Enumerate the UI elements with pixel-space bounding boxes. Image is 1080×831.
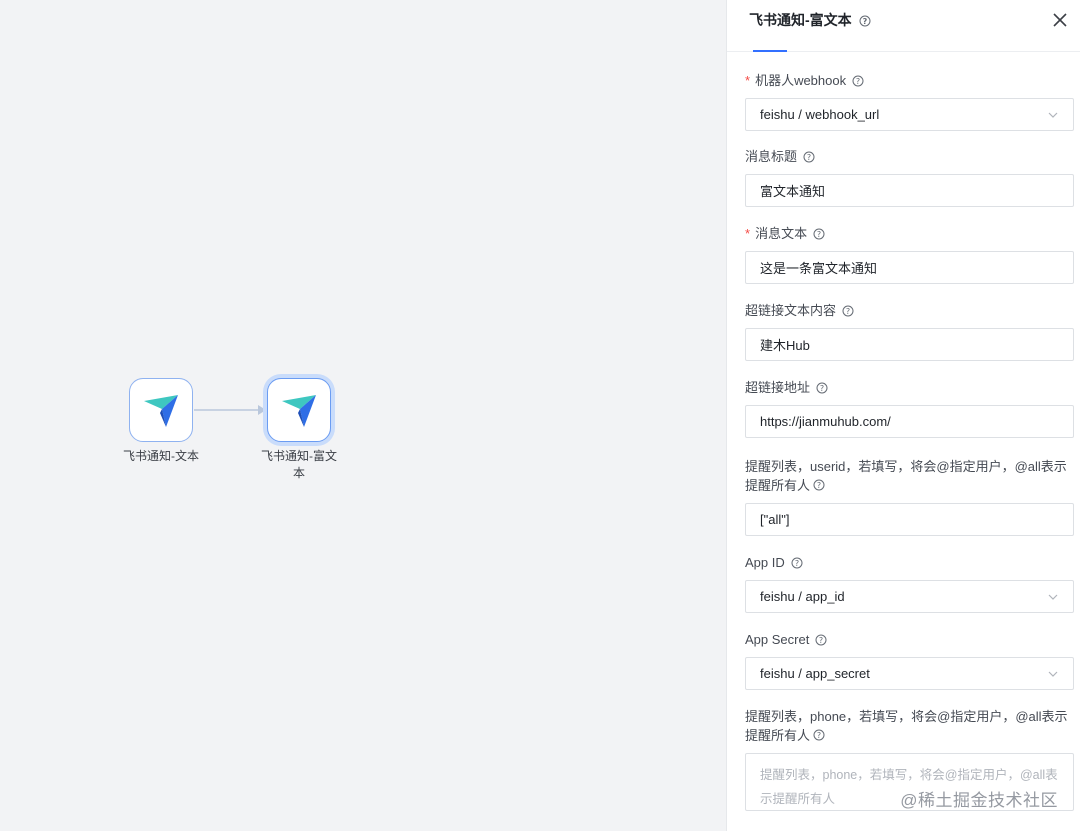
field-msg-text: * 消息文本 ? 这是一条富文本通知	[745, 225, 1074, 284]
feishu-plane-icon	[144, 395, 178, 427]
link-url-input[interactable]: https://jianmuhub.com/	[745, 405, 1074, 438]
field-robot-webhook: * 机器人webhook ? feishu / webhook_url	[745, 72, 1074, 131]
app-secret-select[interactable]: feishu / app_secret	[745, 657, 1074, 690]
field-link-url: 超链接地址 ? https://jianmuhub.com/	[745, 379, 1074, 438]
input-value: 建木Hub	[760, 338, 810, 353]
panel-title: 飞书通知-富文本 ?	[749, 10, 871, 30]
field-label: * 消息文本 ?	[745, 225, 1074, 243]
msg-title-input[interactable]: 富文本通知	[745, 174, 1074, 207]
node-icon-box[interactable]	[129, 378, 193, 442]
input-value: https://jianmuhub.com/	[760, 414, 891, 429]
chevron-down-icon	[1048, 112, 1058, 118]
node-label: 飞书通知-富文本	[261, 449, 337, 480]
edge-connector	[194, 405, 266, 415]
label-text: 提醒列表，userid，若填写，将会@指定用户，@all表示提醒所有人	[745, 459, 1067, 493]
input-value: 这是一条富文本通知	[760, 261, 878, 276]
node-icon-box[interactable]	[267, 378, 331, 442]
chevron-down-icon	[1048, 671, 1058, 677]
robot-webhook-select[interactable]: feishu / webhook_url	[745, 98, 1074, 131]
select-value: feishu / app_secret	[760, 666, 870, 681]
label-text: 超链接地址	[745, 380, 811, 395]
svg-text:?: ?	[807, 153, 811, 162]
help-icon[interactable]: ?	[791, 557, 803, 569]
node-config-panel: 飞书通知-富文本 ? * 机器人webhook ? feishu / webho…	[726, 0, 1080, 831]
svg-text:?: ?	[846, 307, 850, 316]
help-icon[interactable]: ?	[803, 151, 815, 163]
field-remind-userid: 提醒列表，userid，若填写，将会@指定用户，@all表示提醒所有人? ["a…	[745, 458, 1074, 536]
field-label: 超链接地址 ?	[745, 379, 1074, 397]
svg-text:?: ?	[856, 77, 860, 86]
field-label: 提醒列表，userid，若填写，将会@指定用户，@all表示提醒所有人?	[745, 458, 1074, 495]
help-icon[interactable]: ?	[859, 15, 871, 27]
required-marker: *	[745, 226, 751, 241]
help-icon[interactable]: ?	[813, 479, 825, 491]
link-text-input[interactable]: 建木Hub	[745, 328, 1074, 361]
label-text: 机器人webhook	[755, 73, 847, 88]
node-feishu-richtext[interactable]: 飞书通知-富文本	[259, 378, 339, 482]
label-text: App ID	[745, 555, 785, 570]
field-app-secret: App Secret ? feishu / app_secret	[745, 631, 1074, 690]
input-value: 富文本通知	[760, 184, 826, 199]
select-value: feishu / app_id	[760, 589, 845, 604]
node-feishu-text[interactable]: 飞书通知-文本	[121, 378, 201, 465]
svg-text:?: ?	[817, 230, 821, 239]
required-marker: *	[745, 73, 751, 88]
help-icon[interactable]: ?	[842, 305, 854, 317]
label-text: 提醒列表，phone，若填写，将会@指定用户，@all表示提醒所有人	[745, 709, 1068, 743]
field-label: 超链接文本内容 ?	[745, 302, 1074, 320]
node-label: 飞书通知-文本	[123, 449, 199, 463]
help-icon[interactable]: ?	[852, 75, 864, 87]
chevron-down-icon	[1048, 594, 1058, 600]
field-label: * 机器人webhook ?	[745, 72, 1074, 90]
close-icon[interactable]	[1050, 10, 1070, 30]
feishu-plane-icon	[282, 395, 316, 427]
field-label: App ID ?	[745, 554, 1074, 572]
svg-text:?: ?	[817, 731, 821, 740]
panel-header: 飞书通知-富文本 ?	[727, 0, 1080, 52]
label-text: App Secret	[745, 632, 810, 647]
select-value: feishu / webhook_url	[760, 107, 880, 122]
field-msg-title: 消息标题 ? 富文本通知	[745, 148, 1074, 207]
input-value: ["all"]	[760, 512, 790, 527]
app-id-select[interactable]: feishu / app_id	[745, 580, 1074, 613]
label-text: 消息文本	[755, 226, 808, 241]
label-text: 超链接文本内容	[745, 303, 837, 318]
svg-text:?: ?	[862, 17, 867, 26]
field-label: 消息标题 ?	[745, 148, 1074, 166]
help-icon[interactable]: ?	[813, 228, 825, 240]
help-icon[interactable]: ?	[813, 729, 825, 741]
svg-text:?: ?	[820, 384, 824, 393]
label-text: 消息标题	[745, 149, 798, 164]
help-icon[interactable]: ?	[815, 634, 827, 646]
svg-text:?: ?	[817, 481, 821, 490]
field-label: App Secret ?	[745, 631, 1074, 649]
field-app-id: App ID ? feishu / app_id	[745, 554, 1074, 613]
svg-text:?: ?	[819, 636, 823, 645]
remind-userid-input[interactable]: ["all"]	[745, 503, 1074, 536]
help-icon[interactable]: ?	[816, 382, 828, 394]
field-link-text: 超链接文本内容 ? 建木Hub	[745, 302, 1074, 361]
config-form: * 机器人webhook ? feishu / webhook_url 消息标题…	[727, 52, 1080, 811]
watermark: @稀土掘金技术社区	[900, 791, 1058, 810]
workflow-canvas[interactable]: 飞书通知-文本 飞书通知-富文本	[0, 0, 726, 831]
field-label: 提醒列表，phone，若填写，将会@指定用户，@all表示提醒所有人?	[745, 708, 1074, 745]
msg-text-input[interactable]: 这是一条富文本通知	[745, 251, 1074, 284]
panel-title-text: 飞书通知-富文本	[749, 12, 852, 28]
active-tab-indicator	[753, 50, 787, 52]
svg-text:?: ?	[795, 559, 799, 568]
